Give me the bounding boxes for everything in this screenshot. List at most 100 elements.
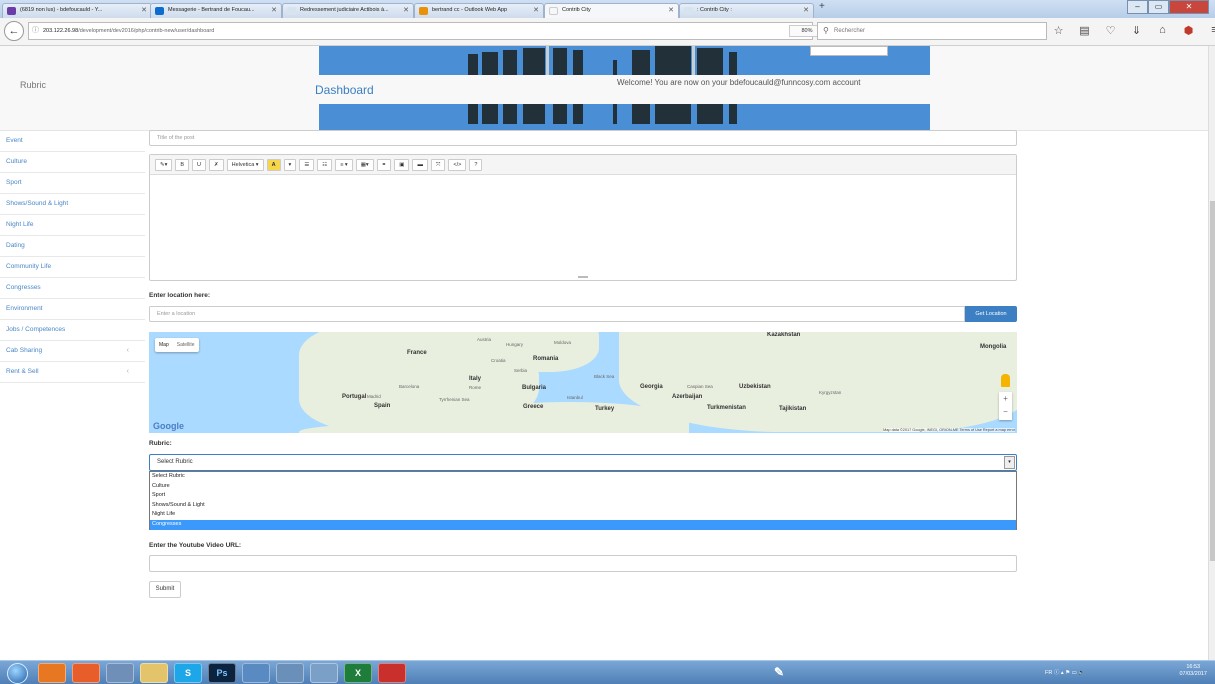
close-icon[interactable]: ✕ <box>668 4 674 17</box>
taskbar-app-icon[interactable] <box>310 663 338 683</box>
map[interactable]: Map Satellite France Romania Italy Portu… <box>149 332 1017 433</box>
sidebar-item[interactable]: Rent & Sell ‹ <box>0 362 145 383</box>
street-view-pegman-icon[interactable] <box>1001 374 1010 387</box>
sidebar-item[interactable]: Jobs / Competences <box>0 320 145 341</box>
editor-toolbar-button[interactable]: U <box>192 159 207 171</box>
scrollbar-thumb[interactable] <box>1210 201 1215 561</box>
close-icon[interactable]: ✕ <box>141 4 147 17</box>
taskbar-app-icon[interactable] <box>242 663 270 683</box>
zoom-out-icon[interactable]: − <box>999 405 1012 418</box>
browser-tab[interactable]: : Contrib City : ✕ <box>679 3 814 18</box>
rich-text-editor[interactable]: ✎▾ B U ✗ Helvetica ▾ A ▾ ☰ ☷ ≡ ▾ ▦▾ ⚭ ▣ ▬ ⤧ </>? <box>149 154 1017 281</box>
sidebar-item[interactable]: Community Life <box>0 257 145 278</box>
browser-tab[interactable]: bertrand cc - Outlook Web App ✕ <box>414 3 544 18</box>
editor-toolbar-button[interactable]: B <box>175 159 190 171</box>
taskbar-media-player-icon[interactable] <box>38 663 66 683</box>
editor-toolbar-button[interactable]: Helvetica ▾ <box>226 159 264 171</box>
minimize-icon[interactable]: – <box>1127 0 1148 14</box>
map-type-satellite[interactable]: Satellite <box>173 338 199 352</box>
editor-toolbar-button[interactable]: ▬ <box>412 159 428 171</box>
taskbar-photoshop-icon[interactable]: Ps <box>208 663 236 683</box>
browser-tab[interactable]: Messagerie - Bertrand de Foucau... ✕ <box>150 3 282 18</box>
sidebar-item[interactable]: Sport <box>0 173 145 194</box>
editor-toolbar-button[interactable]: A <box>266 159 281 171</box>
location-input[interactable]: Enter a location <box>149 306 965 322</box>
sidebar-item[interactable]: Congresses <box>0 278 145 299</box>
sidebar-item[interactable]: Dating <box>0 236 145 257</box>
rubric-option[interactable]: Shows/Sound & Light <box>150 501 1016 511</box>
close-icon[interactable]: ✕ <box>403 4 409 17</box>
taskbar-skype-icon[interactable]: S <box>174 663 202 683</box>
site-brand[interactable]: Rubric <box>20 80 46 90</box>
language-indicator[interactable]: FR <box>1045 670 1052 676</box>
editor-toolbar-button[interactable]: ≡ ▾ <box>335 159 353 171</box>
sidebar-item[interactable]: Culture <box>0 152 145 173</box>
taskbar-firefox-icon[interactable] <box>72 663 100 683</box>
rubric-option[interactable]: Congresses <box>150 519 1016 530</box>
system-clock[interactable]: 16:53 07/03/2017 <box>1179 664 1207 678</box>
url-bar[interactable]: ⓘ 203.122.26.98/development/dev2016/php/… <box>28 22 836 40</box>
sidebar-item[interactable]: Environment <box>0 299 145 320</box>
map-label: Spain <box>374 403 391 409</box>
header-search-input[interactable] <box>810 46 888 56</box>
zoom-in-icon[interactable]: + <box>999 392 1012 405</box>
chevron-left-icon[interactable]: ‹ <box>127 341 129 361</box>
rubric-option[interactable]: Select Rubric <box>150 472 1016 482</box>
editor-resize-handle[interactable] <box>578 276 588 278</box>
editor-toolbar-button[interactable]: ☷ <box>317 159 333 171</box>
browser-tab[interactable]: (6819 non lus) - bdefoucauld - Y... ✕ <box>2 3 152 18</box>
youtube-url-input[interactable] <box>149 555 1017 572</box>
close-icon[interactable]: ✕ <box>533 4 539 17</box>
close-window-icon[interactable]: ✕ <box>1169 0 1209 14</box>
back-arrow-icon[interactable]: ← <box>4 21 24 41</box>
taskbar-acrobat-icon[interactable] <box>378 663 406 683</box>
rubric-select[interactable]: Select Rubric ▾ <box>149 454 1017 471</box>
menu-icon[interactable]: ≡ <box>1208 24 1215 37</box>
editor-toolbar-button[interactable]: ▦▾ <box>355 159 374 171</box>
browser-tab[interactable]: Redressement judiciaire Actibois à... ✕ <box>282 3 414 18</box>
chevron-left-icon[interactable]: ‹ <box>127 362 129 382</box>
close-icon[interactable]: ✕ <box>271 4 277 17</box>
rubric-option[interactable]: Culture <box>150 482 1016 492</box>
editor-toolbar-button[interactable]: ? <box>469 159 483 171</box>
new-tab-icon[interactable]: + <box>819 1 825 12</box>
map-credits[interactable]: Map data ©2017 Google, INEGI, ORION-ME T… <box>883 428 1015 432</box>
page-scrollbar[interactable] <box>1208 46 1215 660</box>
post-title-input[interactable]: Title of the post <box>149 130 1017 146</box>
editor-toolbar-button[interactable]: ✗ <box>209 159 224 171</box>
maximize-icon[interactable]: ▭ <box>1148 0 1169 14</box>
editor-toolbar-button[interactable]: ☰ <box>299 159 315 171</box>
taskbar-folder-icon[interactable] <box>140 663 168 683</box>
editor-toolbar-button[interactable]: ▣ <box>394 159 410 171</box>
taskbar-pen-icon[interactable]: ✎ <box>770 663 788 683</box>
get-location-button[interactable]: Get Location <box>965 306 1017 322</box>
download-icon[interactable]: ⇓ <box>1130 24 1143 37</box>
sidebar-item[interactable]: Event <box>0 131 145 152</box>
dropdown-arrow-icon[interactable]: ▾ <box>1004 456 1015 469</box>
browser-tab-active[interactable]: Contrib City ✕ <box>544 3 679 18</box>
taskbar-excel-icon[interactable]: X <box>344 663 372 683</box>
editor-toolbar-button[interactable]: </> <box>448 159 467 171</box>
map-type-map[interactable]: Map <box>155 338 173 352</box>
taskbar-app-icon[interactable] <box>276 663 304 683</box>
start-button[interactable] <box>7 663 28 684</box>
rubric-option[interactable]: Night Life <box>150 510 1016 520</box>
bookmarks-list-icon[interactable]: ▤ <box>1078 24 1091 37</box>
taskbar-explorer-icon[interactable] <box>106 663 134 683</box>
close-icon[interactable]: ✕ <box>803 4 809 17</box>
sidebar-item[interactable]: Night Life <box>0 215 145 236</box>
home-icon[interactable]: ⌂ <box>1156 24 1169 37</box>
submit-button[interactable]: Submit <box>149 581 181 598</box>
sidebar-item[interactable]: Cab Sharing ‹ <box>0 341 145 362</box>
adblock-icon[interactable]: ⬢ <box>1182 24 1195 37</box>
editor-toolbar-button[interactable]: ✎▾ <box>155 159 173 171</box>
editor-toolbar-button[interactable]: ▾ <box>283 159 297 171</box>
editor-toolbar-button[interactable]: ⚭ <box>376 159 392 171</box>
browser-search-input[interactable]: ⚲ Rechercher <box>817 22 1047 40</box>
rubric-option[interactable]: Sport <box>150 491 1016 501</box>
help-icon[interactable]: ⓘ ▴ ⚑ ▭ 🔈 <box>1054 670 1085 676</box>
editor-toolbar-button[interactable]: ⤧ <box>430 159 446 171</box>
pocket-icon[interactable]: ♡ <box>1104 24 1117 37</box>
sidebar-item[interactable]: Shows/Sound & Light <box>0 194 145 215</box>
bookmark-star-icon[interactable]: ☆ <box>1052 24 1065 37</box>
